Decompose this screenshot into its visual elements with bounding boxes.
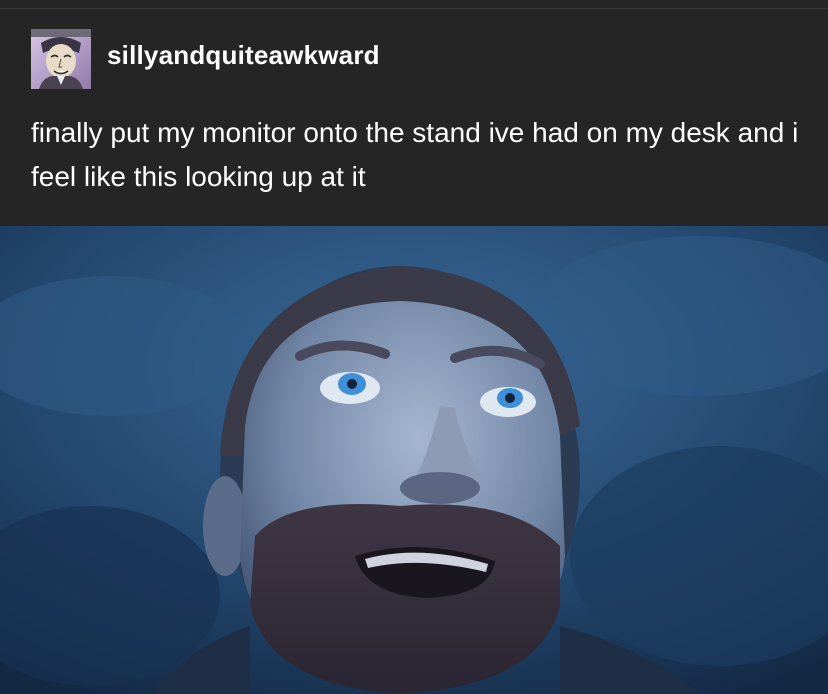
divider (0, 8, 828, 9)
cartoon-face-avatar-icon[interactable] (31, 29, 91, 89)
post-header: sillyandquiteawkward (31, 29, 380, 89)
man-looking-up-photo-icon (0, 226, 828, 694)
tumblr-post: sillyandquiteawkward finally put my moni… (0, 0, 828, 694)
post-caption: finally put my monitor onto the stand iv… (31, 117, 799, 192)
username-link[interactable]: sillyandquiteawkward (107, 40, 380, 71)
